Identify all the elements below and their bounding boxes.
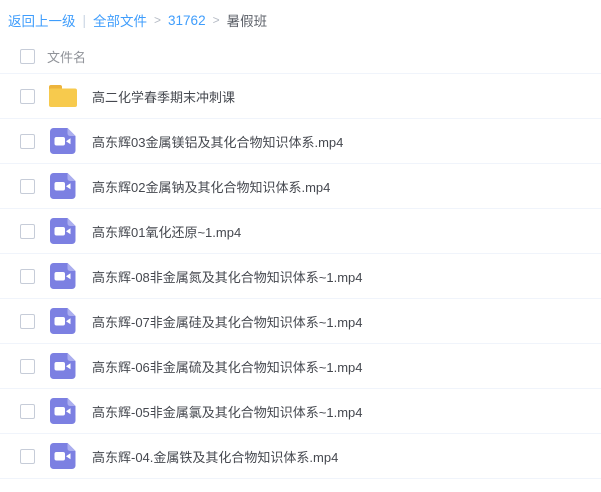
table-row[interactable]: 高东辉-04.金属铁及其化合物知识体系.mp4 <box>0 434 601 479</box>
row-checkbox[interactable] <box>20 269 35 284</box>
video-file-icon <box>48 353 78 379</box>
row-checkbox[interactable] <box>20 449 35 464</box>
breadcrumb-pipe-divider: | <box>83 13 87 28</box>
video-file-icon <box>48 443 78 469</box>
folder-icon <box>48 83 78 109</box>
file-name[interactable]: 高东辉-07非金属硅及其化合物知识体系~1.mp4 <box>92 312 363 331</box>
table-row[interactable]: 高东辉-07非金属硅及其化合物知识体系~1.mp4 <box>0 299 601 344</box>
file-name[interactable]: 高东辉03金属镁铝及其化合物知识体系.mp4 <box>92 132 343 151</box>
breadcrumb-item-current: 暑假班 <box>227 10 268 30</box>
table-row[interactable]: 高东辉-06非金属硫及其化合物知识体系~1.mp4 <box>0 344 601 389</box>
row-checkbox[interactable] <box>20 224 35 239</box>
row-checkbox[interactable] <box>20 404 35 419</box>
video-file-icon <box>48 218 78 244</box>
video-file-icon <box>48 128 78 154</box>
table-row[interactable]: 高二化学春季期末冲刺课 <box>0 74 601 119</box>
file-name[interactable]: 高东辉-05非金属氯及其化合物知识体系~1.mp4 <box>92 402 363 421</box>
row-checkbox[interactable] <box>20 179 35 194</box>
file-name[interactable]: 高东辉-06非金属硫及其化合物知识体系~1.mp4 <box>92 357 363 376</box>
row-checkbox[interactable] <box>20 314 35 329</box>
file-name[interactable]: 高东辉01氧化还原~1.mp4 <box>92 222 241 241</box>
select-all-checkbox[interactable] <box>20 49 35 64</box>
breadcrumb-separator: > <box>213 13 220 27</box>
breadcrumb-item-all-files[interactable]: 全部文件 <box>93 10 147 30</box>
row-checkbox[interactable] <box>20 89 35 104</box>
file-table-header: 文件名 <box>0 40 601 74</box>
table-row[interactable]: 高东辉03金属镁铝及其化合物知识体系.mp4 <box>0 119 601 164</box>
table-row[interactable]: 高东辉01氧化还原~1.mp4 <box>0 209 601 254</box>
table-row[interactable]: 高东辉-05非金属氯及其化合物知识体系~1.mp4 <box>0 389 601 434</box>
video-file-icon <box>48 398 78 424</box>
row-checkbox[interactable] <box>20 359 35 374</box>
file-name[interactable]: 高东辉-04.金属铁及其化合物知识体系.mp4 <box>92 447 338 466</box>
file-name[interactable]: 高东辉02金属钠及其化合物知识体系.mp4 <box>92 177 330 196</box>
filename-column-header: 文件名 <box>47 47 86 66</box>
video-file-icon <box>48 308 78 334</box>
breadcrumb-item-31762[interactable]: 31762 <box>168 13 206 28</box>
breadcrumb-back-link[interactable]: 返回上一级 <box>8 10 76 30</box>
table-row[interactable]: 高东辉-08非金属氮及其化合物知识体系~1.mp4 <box>0 254 601 299</box>
video-file-icon <box>48 263 78 289</box>
file-table-body: 高二化学春季期末冲刺课 高东辉03金属镁铝及其化合物知识体系.mp4 高东辉02… <box>0 74 601 479</box>
row-checkbox[interactable] <box>20 134 35 149</box>
table-row[interactable]: 高东辉02金属钠及其化合物知识体系.mp4 <box>0 164 601 209</box>
video-file-icon <box>48 173 78 199</box>
breadcrumb: 返回上一级 | 全部文件 > 31762 > 暑假班 <box>0 0 601 40</box>
file-name[interactable]: 高二化学春季期末冲刺课 <box>92 87 235 106</box>
breadcrumb-separator: > <box>154 13 161 27</box>
file-name[interactable]: 高东辉-08非金属氮及其化合物知识体系~1.mp4 <box>92 267 363 286</box>
